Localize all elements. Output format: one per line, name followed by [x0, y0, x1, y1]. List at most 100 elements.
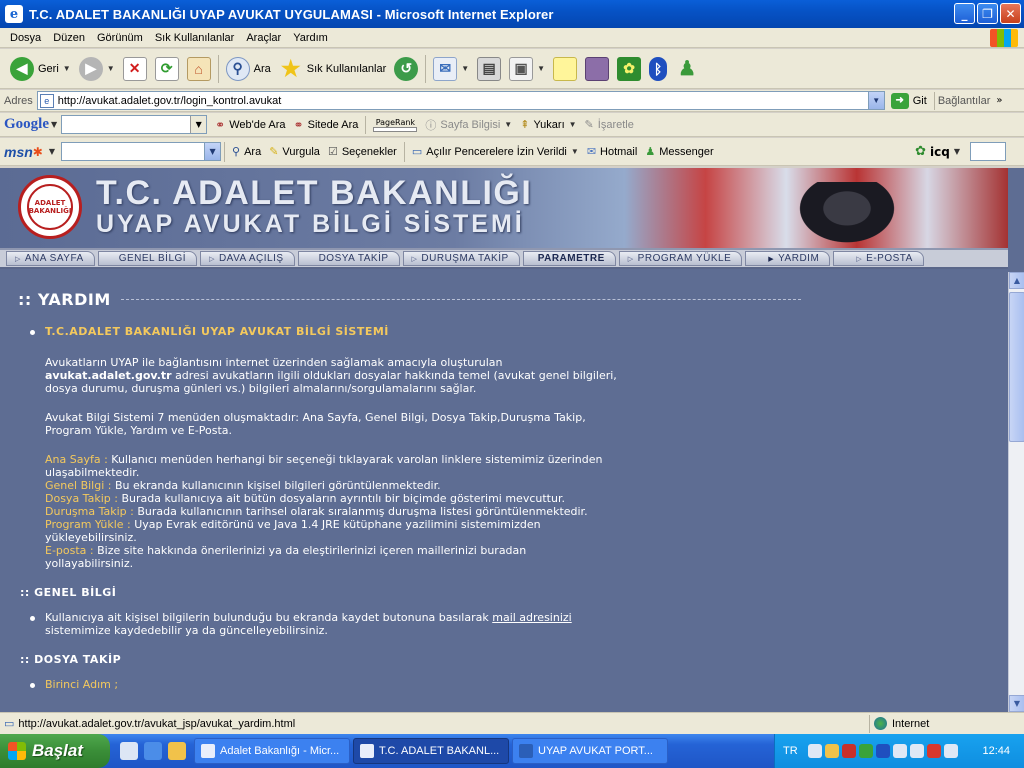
mail-button[interactable]: ✉ ▼: [429, 52, 473, 86]
google-web-search-button[interactable]: ⚭ Web'de Ara: [211, 115, 289, 135]
scroll-thumb[interactable]: [1009, 292, 1024, 442]
google-search-dropdown-icon[interactable]: ▼: [190, 116, 207, 133]
back-button[interactable]: ◀ Geri ▼: [6, 52, 75, 86]
start-button[interactable]: Başlat: [0, 734, 110, 768]
mail-address-link[interactable]: mail adresinizi: [492, 611, 571, 624]
msn-search-input[interactable]: ▼: [61, 142, 222, 161]
nav-tab-durusma-takip[interactable]: ▷ DURUŞMA TAKİP: [402, 251, 520, 266]
close-button[interactable]: ✕: [1000, 3, 1021, 24]
clock[interactable]: 12:44: [982, 745, 1010, 757]
nav-tab-dava-acilis[interactable]: ▷ DAVA AÇILIŞ: [200, 251, 295, 266]
pagerank-meter[interactable]: PageRank: [373, 118, 418, 132]
forward-button[interactable]: ▶ ▼: [75, 52, 119, 86]
chevron-right-icon[interactable]: »: [996, 95, 1002, 106]
favorites-button[interactable]: ★ Sık Kullanılanlar: [275, 52, 391, 86]
address-input[interactable]: e http://avukat.adalet.gov.tr/login_kont…: [36, 91, 885, 110]
popup-dropdown-icon[interactable]: ▼: [571, 147, 579, 156]
media-player-icon[interactable]: [168, 742, 186, 760]
google-search-input[interactable]: ▼: [61, 115, 208, 134]
checklist-icon: ☑: [327, 146, 338, 158]
tray-app-icon[interactable]: [943, 744, 958, 758]
note-button[interactable]: [549, 52, 581, 86]
menu-edit[interactable]: Düzen: [47, 32, 91, 44]
nav-tab-e-posta[interactable]: ▷ E-POSTA: [833, 251, 924, 266]
security-zone[interactable]: Internet: [869, 714, 1024, 733]
msn-logo[interactable]: msn: [4, 144, 33, 160]
task-button-adalet[interactable]: Adalet Bakanlığı - Micr...: [194, 738, 350, 764]
address-bar: Adres e http://avukat.adalet.gov.tr/logi…: [0, 90, 1024, 112]
tray-network-icon[interactable]: [892, 744, 907, 758]
msn-options-button[interactable]: ☑ Seçenekler: [324, 141, 401, 163]
bluetooth-button[interactable]: ᛒ: [645, 52, 671, 86]
nav-tab-genel-bilgi[interactable]: GENEL BİLGİ: [97, 251, 198, 266]
page-title: :: YARDIM: [18, 290, 1004, 309]
back-dropdown-icon[interactable]: ▼: [63, 64, 71, 73]
scroll-down-button[interactable]: ▼: [1009, 695, 1024, 712]
google-logo[interactable]: Google: [4, 116, 49, 133]
task-button-tc-adalet[interactable]: T.C. ADALET BAKANL...: [353, 738, 509, 764]
google-menu-dropdown-icon[interactable]: ▼: [51, 120, 57, 129]
history-button[interactable]: ↺: [390, 52, 422, 86]
forward-dropdown-icon[interactable]: ▼: [107, 64, 115, 73]
icq-dropdown-icon[interactable]: ▼: [954, 147, 960, 156]
print-button[interactable]: ▤: [473, 52, 505, 86]
mail-dropdown-icon[interactable]: ▼: [461, 64, 469, 73]
msn-menu-dropdown-icon[interactable]: ▼: [49, 147, 55, 156]
menu-tools[interactable]: Araçlar: [240, 32, 287, 44]
menu-help[interactable]: Yardım: [287, 32, 334, 44]
msn-highlight-button[interactable]: ✎ Vurgula: [265, 141, 324, 163]
edit-page-icon: ▣: [509, 56, 534, 81]
stop-button[interactable]: ✕: [119, 52, 151, 86]
msn-messenger-button[interactable]: ♟ Messenger: [641, 141, 717, 163]
popup-blocker-button[interactable]: ▭ Açılır Pencerelere İzin Verildi ▼: [408, 141, 583, 163]
icq-input[interactable]: [970, 142, 1006, 161]
tray-app-icon[interactable]: [858, 744, 873, 758]
tray-app-icon[interactable]: [841, 744, 856, 758]
nav-tab-dosya-takip[interactable]: DOSYA TAKİP: [297, 251, 400, 266]
tray-volume-icon[interactable]: [909, 744, 924, 758]
highlight-button[interactable]: ✎ İşaretle: [581, 115, 638, 135]
page-info-button[interactable]: ⓘ Sayfa Bilgisi ▼: [421, 115, 516, 135]
scroll-up-button[interactable]: ▲: [1009, 272, 1024, 289]
menu-favorites[interactable]: Sık Kullanılanlar: [149, 32, 241, 44]
go-button[interactable]: ➜ Git: [887, 91, 931, 111]
nav-tab-parametre[interactable]: PARAMETRE: [522, 251, 616, 266]
up-button[interactable]: ⇞ Yukarı ▼: [516, 115, 580, 135]
address-dropdown-icon[interactable]: ▼: [867, 92, 884, 109]
maximize-button[interactable]: ❐: [977, 3, 998, 24]
links-button[interactable]: Bağlantılar: [938, 95, 991, 107]
messenger-button[interactable]: ♟: [671, 52, 703, 86]
minimize-button[interactable]: _: [954, 3, 975, 24]
refresh-button[interactable]: ⟳: [151, 52, 183, 86]
page-info-dropdown-icon[interactable]: ▼: [504, 120, 512, 129]
tray-app-icon[interactable]: [824, 744, 839, 758]
hotmail-button[interactable]: ✉ Hotmail: [583, 141, 642, 163]
show-desktop-icon[interactable]: [120, 742, 138, 760]
google-site-search-button[interactable]: ⚭ Sitede Ara: [290, 115, 363, 135]
msn-search-dropdown-icon[interactable]: ▼: [204, 143, 221, 160]
nav-tab-yardim[interactable]: ▶ YARDIM: [745, 251, 831, 266]
edit-button[interactable]: ▣ ▼: [505, 52, 549, 86]
genel-bilgi-item: Kullanıcıya ait kişisel bilgilerin bulun…: [30, 611, 610, 637]
task-button-uyap-word[interactable]: UYAP AVUKAT PORT...: [512, 738, 668, 764]
research-button[interactable]: [581, 52, 613, 86]
edit-dropdown-icon[interactable]: ▼: [537, 64, 545, 73]
up-dropdown-icon[interactable]: ▼: [569, 120, 577, 129]
nav-tab-ana-sayfa[interactable]: ▷ ANA SAYFA: [6, 251, 95, 266]
menu-file[interactable]: Dosya: [4, 32, 47, 44]
ie-quick-launch-icon[interactable]: [144, 742, 162, 760]
icq-label[interactable]: icq: [930, 145, 950, 159]
msn-search-button[interactable]: ⚲ Ara: [228, 141, 265, 163]
tray-app-icon[interactable]: [807, 744, 822, 758]
home-button[interactable]: ⌂: [183, 52, 215, 86]
vertical-scrollbar[interactable]: ▲ ▼: [1008, 272, 1024, 712]
windows-logo-icon: [990, 29, 1018, 47]
tray-app-icon[interactable]: [926, 744, 941, 758]
window-title-bar[interactable]: e T.C. ADALET BAKANLIĞI UYAP AVUKAT UYGU…: [0, 0, 1024, 28]
nav-tab-program-yukle[interactable]: ▷ PROGRAM YÜKLE: [618, 251, 743, 266]
language-indicator[interactable]: TR: [783, 745, 798, 757]
tray-bluetooth-icon[interactable]: [875, 744, 890, 758]
icq-toolbar-button[interactable]: ✿: [613, 52, 645, 86]
search-button[interactable]: ⚲ Ara: [222, 52, 275, 86]
menu-view[interactable]: Görünüm: [91, 32, 149, 44]
